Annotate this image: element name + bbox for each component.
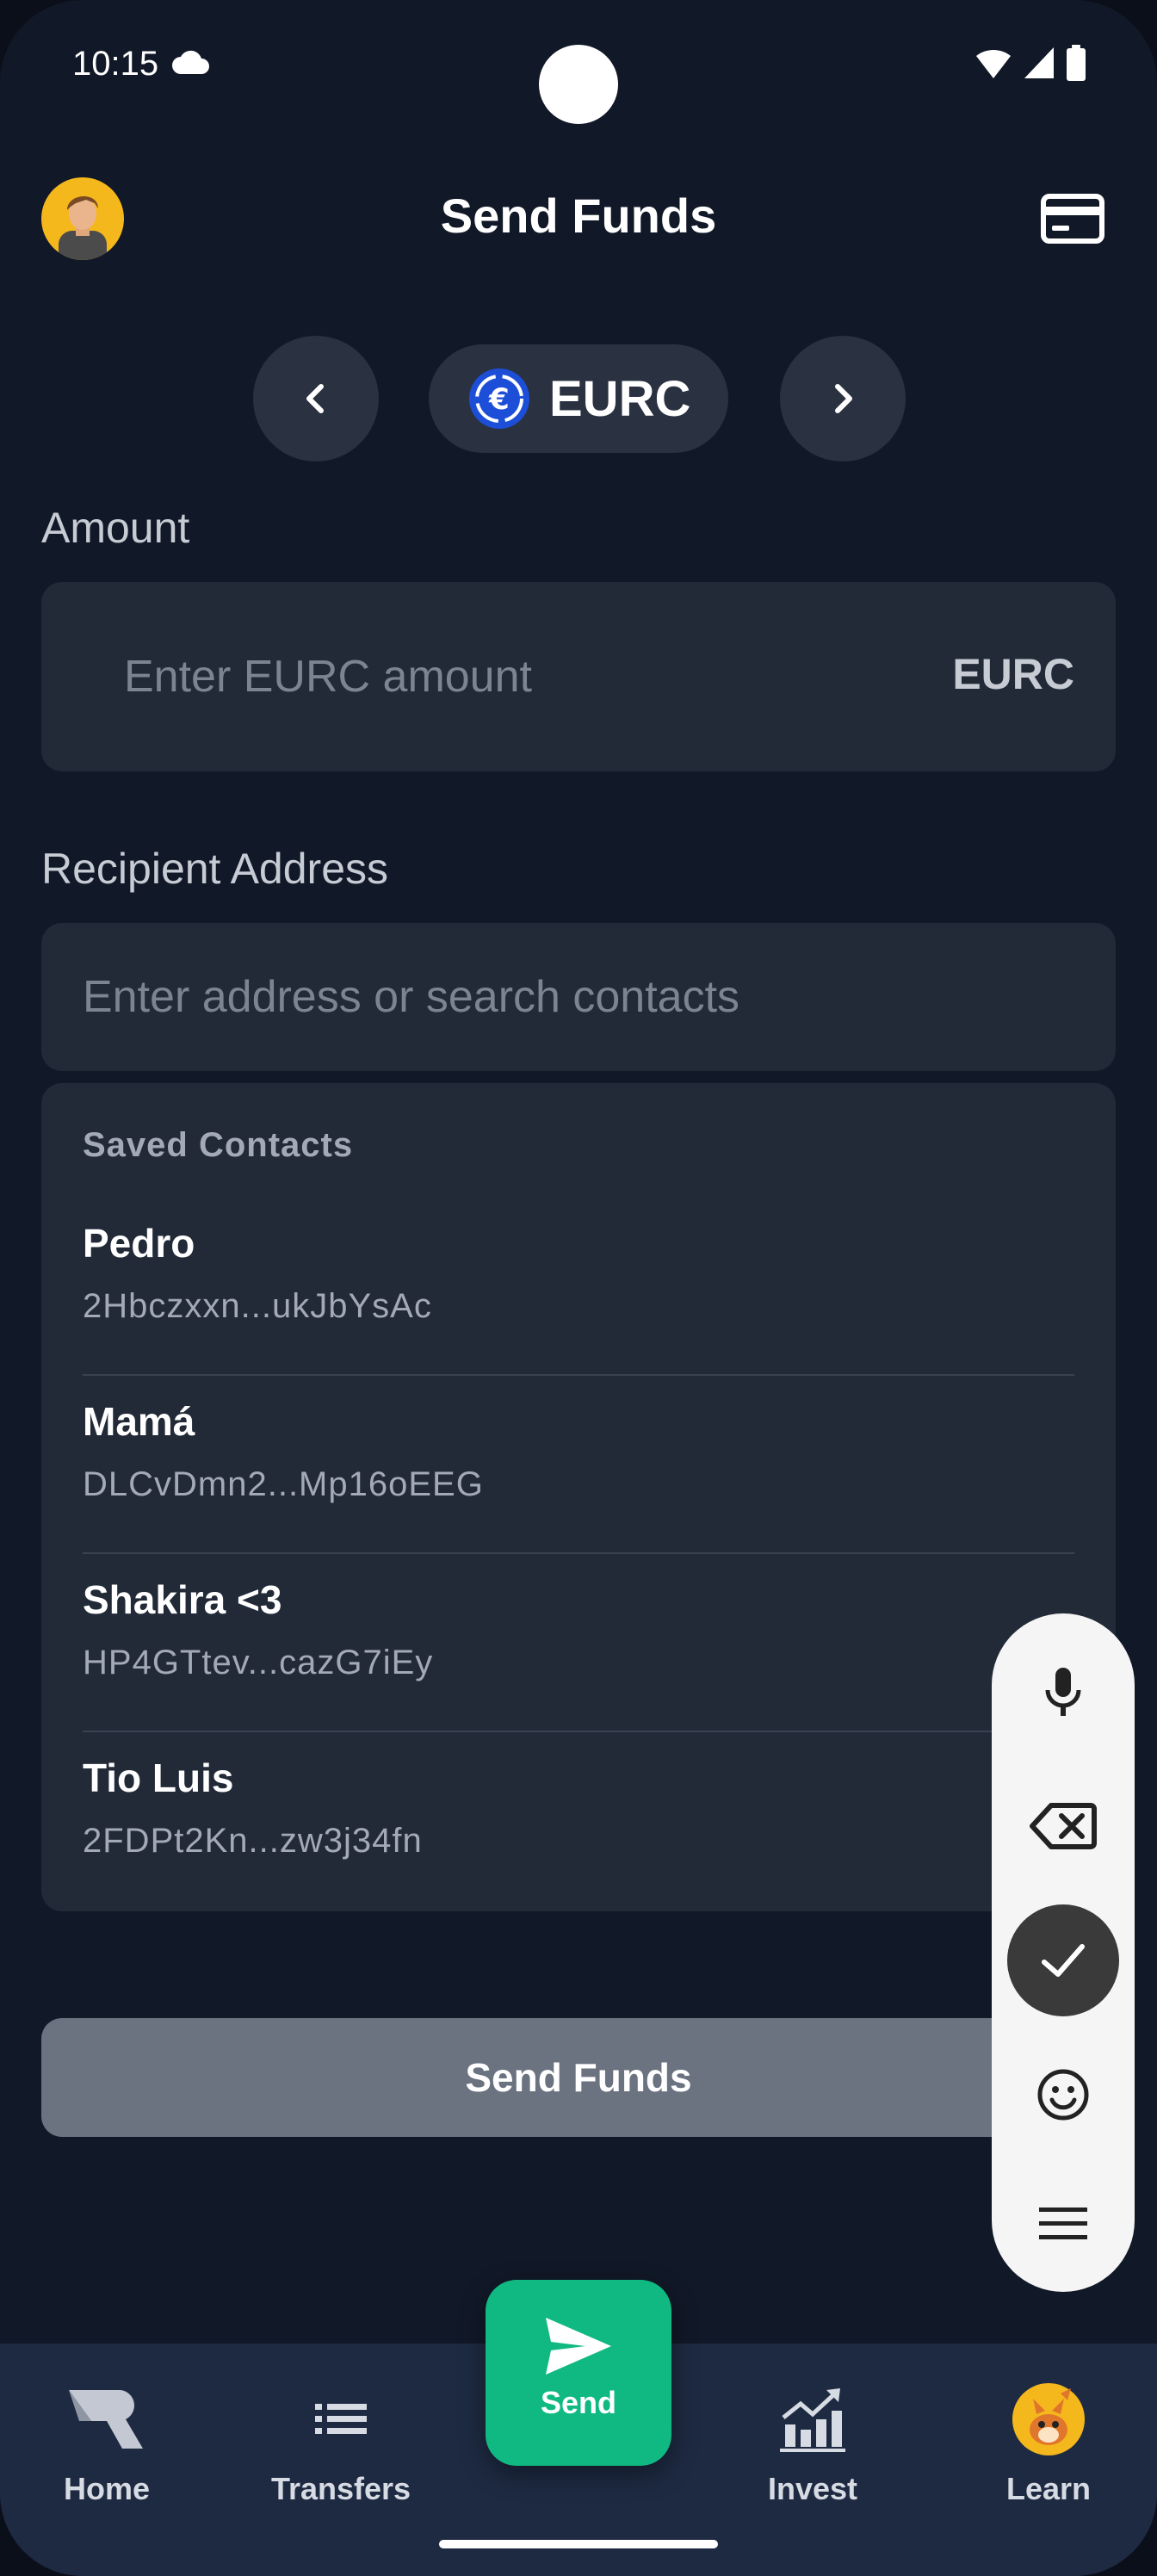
nav-transfers[interactable]: Transfers [238, 2344, 444, 2516]
amount-input[interactable] [124, 582, 899, 771]
recipient-field [41, 923, 1116, 1071]
cloud-icon [172, 50, 209, 74]
contact-item[interactable]: Pedro 2Hbczxxn...ukJbYsAc [83, 1198, 1074, 1376]
send-funds-button[interactable]: Send Funds [41, 2018, 1116, 2137]
chevron-right-icon [835, 384, 852, 413]
nav-learn-label: Learn [1005, 2471, 1092, 2506]
amount-label: Amount [41, 504, 190, 552]
wifi-icon [976, 49, 1011, 78]
contact-name: Mamá [83, 1399, 195, 1444]
previous-currency-button[interactable] [253, 336, 379, 461]
contact-item[interactable]: Tio Luis 2FDPt2Kn...zw3j34fn [83, 1732, 1074, 1910]
next-currency-button[interactable] [780, 336, 906, 461]
status-bar: 10:15 [0, 0, 1157, 138]
contact-address: 2Hbczxxn...ukJbYsAc [83, 1287, 432, 1325]
emoji-button[interactable] [1007, 2039, 1119, 2151]
nav-home-label: Home [63, 2471, 151, 2506]
learn-mascot-icon [1007, 2378, 1090, 2461]
nav-home[interactable]: Home [3, 2344, 210, 2516]
backspace-button[interactable] [1007, 1770, 1119, 1882]
nav-invest[interactable]: Invest [709, 2344, 916, 2516]
emoji-icon [1037, 2069, 1089, 2121]
contact-name: Tio Luis [83, 1756, 234, 1800]
contact-name: Shakira <3 [83, 1577, 282, 1622]
list-icon [300, 2378, 382, 2461]
mic-icon [1045, 1668, 1081, 1716]
nav-send-button[interactable]: Send [486, 2280, 671, 2466]
battery-icon [1067, 45, 1086, 81]
nav-learn[interactable]: Learn [945, 2344, 1152, 2516]
home-indicator[interactable] [439, 2540, 718, 2548]
svg-text:€: € [488, 382, 510, 417]
home-logo-icon [65, 2378, 148, 2461]
recipient-label: Recipient Address [41, 845, 389, 893]
page-title: Send Funds [440, 189, 717, 243]
signal-icon [1024, 47, 1054, 78]
credit-card-icon[interactable] [1040, 193, 1105, 245]
app-screen: 10:15 Send Funds € EURC Amount Enter EUR… [0, 0, 1157, 2576]
recipient-address-input[interactable] [83, 923, 1073, 1071]
contact-item[interactable]: Mamá DLCvDmn2...Mp16oEEG [83, 1376, 1074, 1554]
contact-name: Pedro [83, 1221, 195, 1266]
keyboard-menu-button[interactable] [1007, 2168, 1119, 2280]
contact-address: 2FDPt2Kn...zw3j34fn [83, 1822, 423, 1860]
send-icon [546, 2318, 611, 2375]
currency-selector[interactable]: € EURC [429, 344, 728, 453]
nav-send-label: Send [540, 2385, 616, 2420]
check-icon [1042, 1944, 1085, 1977]
backspace-icon [1030, 1803, 1097, 1849]
nav-transfers-label: Transfers [270, 2471, 411, 2506]
floating-keyboard-toolbar [992, 1613, 1135, 2292]
saved-contacts-header: Saved Contacts [83, 1126, 354, 1164]
menu-icon [1039, 2208, 1087, 2239]
contact-address: HP4GTtev...cazG7iEy [83, 1644, 434, 1681]
mic-button[interactable] [1007, 1636, 1119, 1748]
saved-contacts-panel: Saved Contacts Pedro 2Hbczxxn...ukJbYsAc… [41, 1083, 1116, 1911]
chevron-left-icon [306, 384, 324, 413]
euro-coin-icon: € [469, 368, 529, 429]
amount-field: EURC [41, 582, 1116, 771]
contact-item[interactable]: Shakira <3 HP4GTtev...cazG7iEy [83, 1554, 1074, 1732]
status-icons [974, 45, 1086, 81]
amount-currency-suffix: EURC [952, 650, 1074, 698]
contact-address: DLCvDmn2...Mp16oEEG [83, 1465, 484, 1503]
status-time: 10:15 [72, 45, 159, 83]
done-button[interactable] [1007, 1904, 1119, 2016]
camera-cutout [539, 45, 618, 124]
chart-growth-icon [771, 2378, 854, 2461]
currency-symbol: EURC [549, 370, 691, 427]
nav-invest-label: Invest [767, 2471, 858, 2506]
